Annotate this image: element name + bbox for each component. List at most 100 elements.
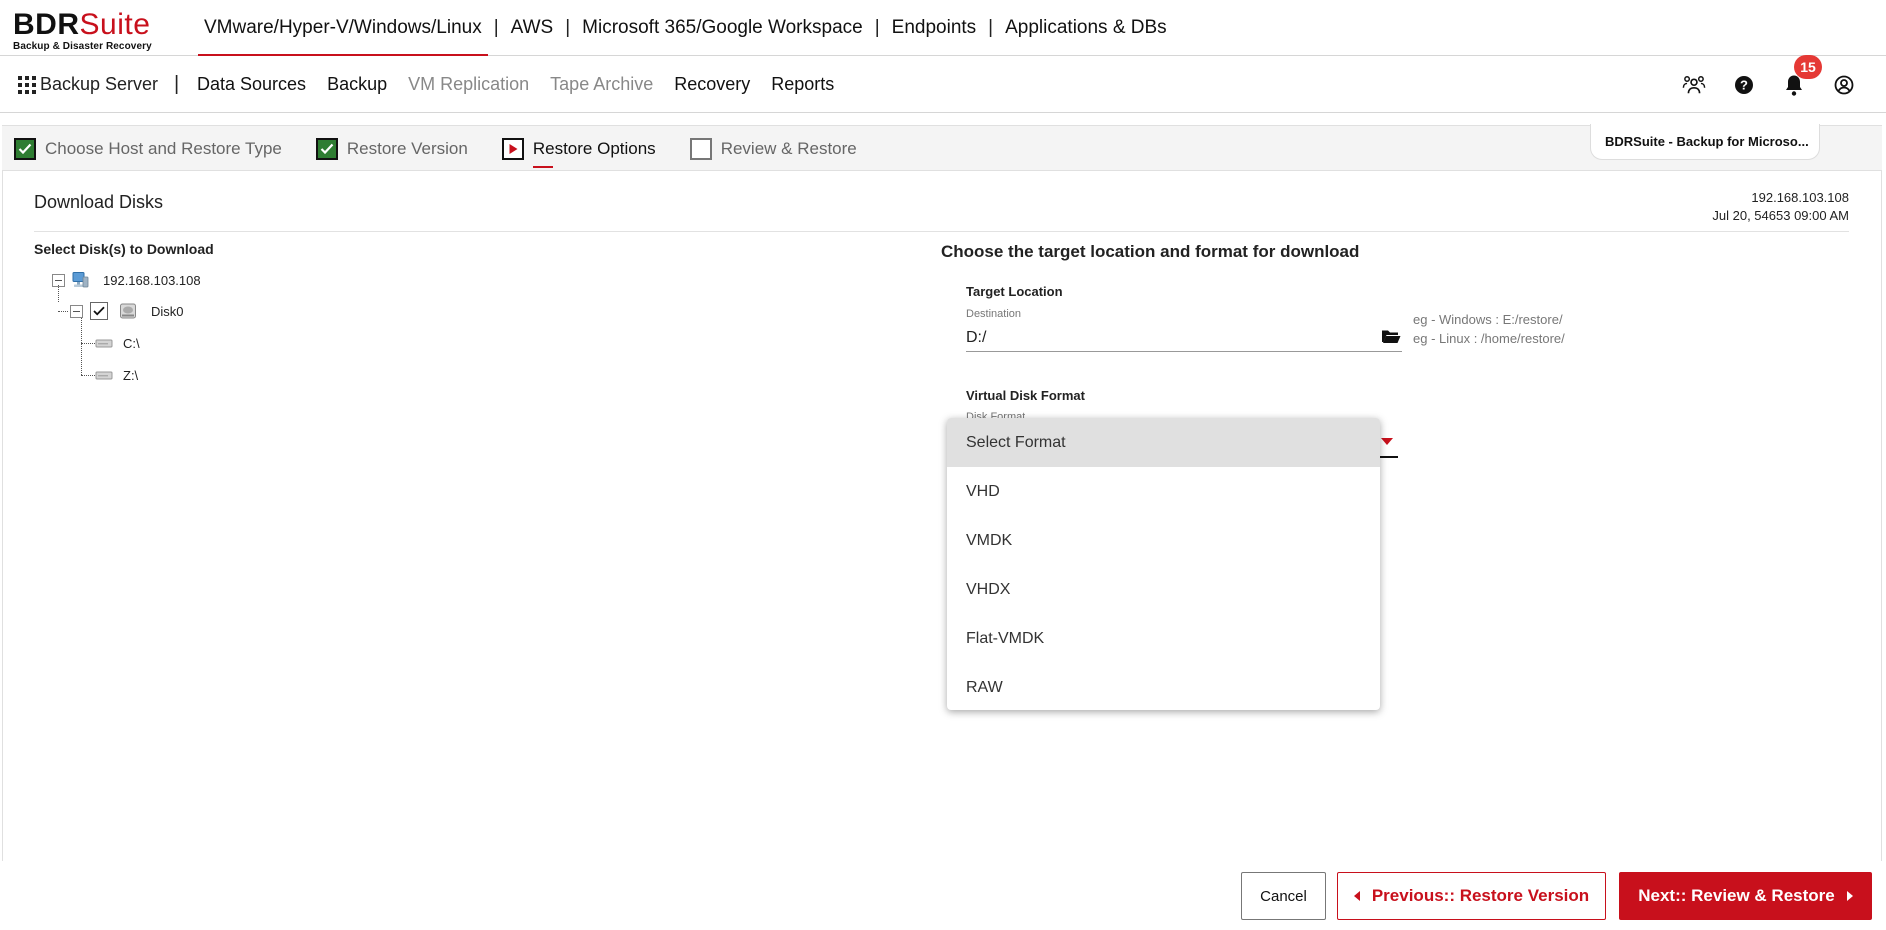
product-tab-vmware[interactable]: VMware/Hyper-V/Windows/Linux [198, 0, 488, 56]
logo-wordmark: BDRSuite [13, 10, 152, 40]
product-separator: | [493, 17, 499, 38]
product-tab-apps[interactable]: Applications & DBs [999, 0, 1173, 56]
product-tab-label: VMware/Hyper-V/Windows/Linux [204, 17, 482, 38]
main-navbar: Backup Server | Data Sources Backup VM R… [0, 54, 1886, 113]
cancel-button[interactable]: Cancel [1241, 872, 1326, 920]
nav-recovery[interactable]: Recovery [674, 74, 750, 95]
empty-checkbox-icon [689, 138, 712, 160]
next-button[interactable]: Next:: Review & Restore [1619, 872, 1872, 920]
virtual-disk-format-label: Virtual Disk Format [966, 388, 1085, 403]
previous-label: Previous:: Restore Version [1371, 886, 1590, 905]
tree-node-partition-z: Z:\ [81, 365, 138, 385]
format-option-raw[interactable]: RAW [947, 663, 1380, 710]
nav-backup[interactable]: Backup [327, 74, 387, 95]
tree-disk-label: Disk0 [151, 303, 184, 319]
drive-icon [95, 371, 113, 380]
logo-bdr: BDR [13, 8, 80, 41]
step-label: Choose Host and Restore Type [45, 139, 282, 158]
tree-partition-label: Z:\ [123, 367, 139, 383]
bdrsuite-logo[interactable]: BDRSuite Backup & Disaster Recovery [13, 10, 152, 53]
caret-down-icon[interactable] [1381, 438, 1393, 445]
users-icon[interactable] [1682, 73, 1706, 97]
disk-tree-title: Select Disk(s) to Download [34, 241, 214, 257]
backup-server-label: Backup Server [40, 74, 159, 94]
product-separator: | [988, 17, 994, 38]
destination-float-label: Destination [966, 308, 1022, 320]
restore-wizard-steps: Choose Host and Restore Type Restore Ver… [2, 124, 1882, 172]
current-step-underline [532, 166, 553, 168]
disk0-checkbox[interactable] [90, 302, 108, 320]
module-tab[interactable]: BDRSuite - Backup for Microso... [1590, 124, 1820, 160]
nav-tape-archive[interactable]: Tape Archive [550, 74, 653, 95]
main-nav: Data Sources Backup VM Replication Tape … [197, 56, 855, 113]
target-location-label: Target Location [966, 284, 1063, 299]
caret-left-icon [1353, 891, 1360, 901]
previous-button[interactable]: Previous:: Restore Version [1337, 872, 1606, 920]
product-separator: | [874, 17, 880, 38]
bell-icon[interactable]: 15 [1782, 54, 1822, 97]
nav-reports[interactable]: Reports [771, 74, 834, 95]
nav-icons: ? 15 [1656, 54, 1856, 113]
divider [34, 231, 1849, 232]
format-option-select[interactable]: Select Format [947, 418, 1380, 467]
tree-partition-label: C:\ [123, 335, 140, 351]
product-tab-label: Endpoints [891, 17, 977, 38]
logo-tagline: Backup & Disaster Recovery [13, 41, 152, 52]
tree-node-disk: Disk0 [58, 301, 184, 321]
nav-vm-replication[interactable]: VM Replication [408, 74, 529, 95]
backup-server-menu[interactable]: Backup Server [18, 56, 158, 113]
next-label: Next:: Review & Restore [1638, 886, 1835, 905]
collapse-toggle-icon[interactable] [70, 304, 83, 318]
drive-icon [95, 339, 113, 348]
tree-node-host: 192.168.103.108 [52, 270, 201, 290]
format-option-vhdx[interactable]: VHDX [947, 565, 1380, 614]
account-icon[interactable] [1832, 73, 1856, 97]
notification-badge: 15 [1794, 54, 1822, 79]
cancel-label: Cancel [1260, 887, 1307, 905]
play-icon [501, 138, 524, 160]
nav-separator: | [174, 73, 180, 95]
nav-data-sources[interactable]: Data Sources [197, 74, 306, 95]
step-label: Restore Version [346, 139, 468, 158]
destination-hint: eg - Windows : E:/restore/ eg - Linux : … [1413, 310, 1565, 348]
disk-format-dropdown: Select Format VHD VMDK VHDX Flat-VMDK RA… [947, 418, 1380, 710]
app-grid-icon [18, 75, 36, 94]
step-label: Restore Options [532, 139, 656, 158]
product-tab-label: Applications & DBs [1005, 17, 1167, 38]
product-tab-aws[interactable]: AWS [505, 0, 560, 56]
product-nav: VMware/Hyper-V/Windows/Linux | AWS | Mic… [198, 0, 1173, 56]
step-label: Review & Restore [720, 139, 857, 158]
computer-icon [72, 272, 89, 288]
steps-list: Choose Host and Restore Type Restore Ver… [14, 126, 891, 172]
tree-connector [58, 285, 59, 302]
host-info: 192.168.103.108 Jul 20, 54653 09:00 AM [1712, 189, 1849, 225]
folder-open-icon[interactable] [1381, 328, 1401, 349]
product-bar: BDRSuite Backup & Disaster Recovery VMwa… [0, 0, 1886, 56]
destination-input[interactable] [966, 324, 1402, 352]
check-icon [315, 138, 338, 160]
format-option-vhd[interactable]: VHD [947, 467, 1380, 516]
tree-connector [81, 342, 95, 344]
host-ip: 192.168.103.108 [1751, 190, 1849, 205]
format-option-flat-vmdk[interactable]: Flat-VMDK [947, 614, 1380, 663]
tree-connector [58, 310, 68, 312]
content-panel [2, 171, 1882, 861]
svg-text:?: ? [1740, 77, 1748, 92]
product-tab-label: Microsoft 365/Google Workspace [582, 17, 863, 38]
product-tab-endpoints[interactable]: Endpoints [886, 0, 983, 56]
step-restore-version[interactable]: Restore Version [315, 138, 468, 160]
target-section-title: Choose the target location and format fo… [941, 242, 1360, 261]
format-option-vmdk[interactable]: VMDK [947, 516, 1380, 565]
step-review-restore[interactable]: Review & Restore [689, 138, 857, 160]
step-restore-options[interactable]: Restore Options [501, 138, 656, 168]
product-tab-m365[interactable]: Microsoft 365/Google Workspace [576, 0, 869, 56]
product-tab-label: AWS [510, 17, 554, 38]
hard-disk-icon [120, 303, 136, 319]
help-icon[interactable]: ? [1732, 73, 1756, 97]
tree-node-partition-c: C:\ [81, 333, 140, 353]
hint-linux: eg - Linux : /home/restore/ [1413, 331, 1565, 346]
host-datetime: Jul 20, 54653 09:00 AM [1712, 208, 1849, 223]
tree-host-label: 192.168.103.108 [103, 272, 201, 288]
logo-suite: Suite [79, 8, 151, 41]
step-choose-host[interactable]: Choose Host and Restore Type [14, 138, 282, 160]
